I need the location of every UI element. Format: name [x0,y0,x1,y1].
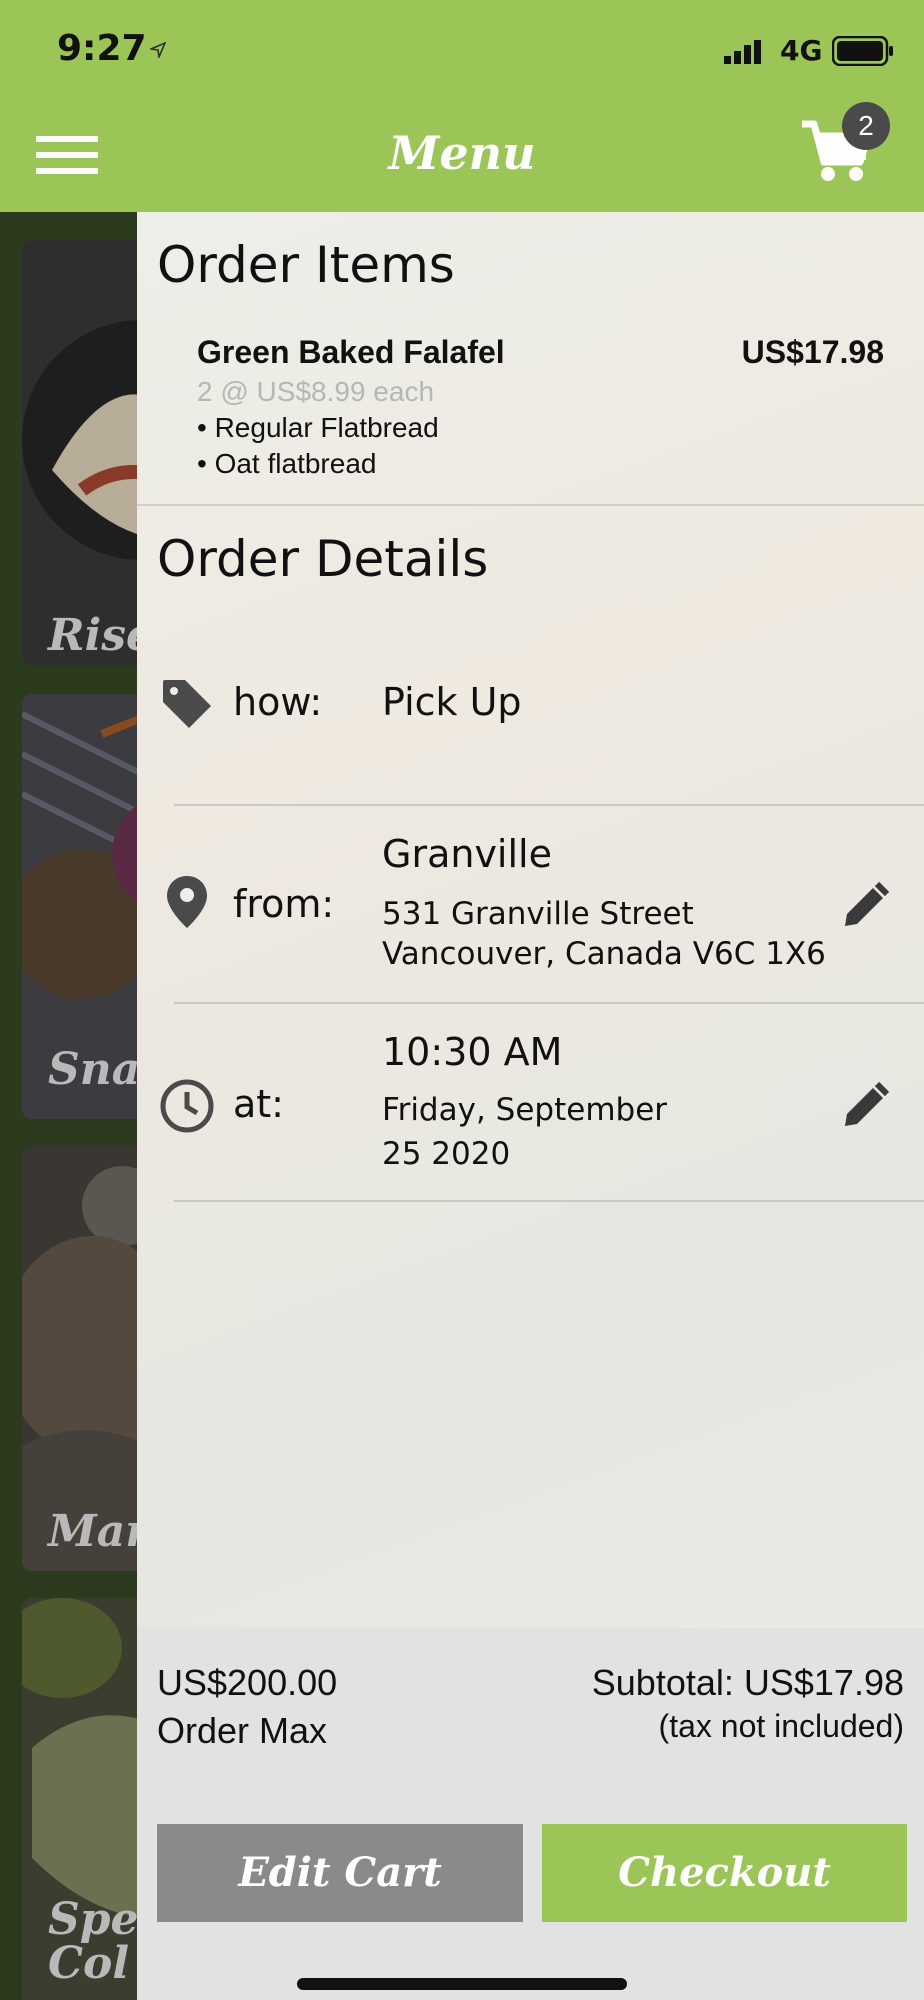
how-label: how: [233,680,323,724]
edit-time-icon[interactable] [839,1080,891,1132]
order-max-value: US$200.00 [157,1662,338,1703]
menu-card: Mar [22,1146,140,1571]
tag-icon [163,680,211,728]
signal-icon [724,40,761,64]
network-type: 4G [780,34,823,67]
item-option: • Oat flatbread [197,448,377,479]
store-name: Granville [382,832,552,876]
store-address-line2: Vancouver, Canada V6C 1X6 [382,936,826,972]
subtotal: Subtotal: US$17.98 [591,1662,904,1703]
battery-icon [832,36,893,66]
cart-drawer: Order Items Green Baked Falafel US$17.98… [137,212,924,2000]
food-image [22,240,140,665]
item-name: Green Baked Falafel [197,334,505,370]
order-items-heading: Order Items [157,236,455,294]
pickup-date-line2: 25 2020 [382,1136,511,1172]
divider [137,504,924,506]
menu-card-label: Rise [48,610,140,661]
menu-card-label: Mar [48,1506,140,1557]
divider [174,1002,924,1004]
menu-card-label: Sna [48,1044,140,1095]
menu-card: Spec Col [22,1598,140,2000]
location-pin-icon [167,876,207,928]
pickup-time: 10:30 AM [382,1030,563,1074]
item-quantity: 2 @ US$8.99 each [197,376,435,407]
menu-card: Rise [22,240,140,665]
order-details-heading: Order Details [157,530,489,588]
tax-note: (tax not included) [658,1708,904,1744]
edit-cart-button[interactable]: Edit Cart [157,1824,523,1922]
clock-icon [160,1079,214,1133]
edit-location-icon[interactable] [839,880,891,932]
location-arrow-icon [150,42,166,58]
home-indicator[interactable] [297,1978,627,1990]
cart-footer: US$200.00 Order Max Subtotal: US$17.98 (… [137,1628,924,2000]
top-bar: 9:27 4G Menu 2 [0,0,924,212]
cart-count-badge: 2 [842,102,890,150]
menu-card: Sna [22,694,140,1119]
status-time: 9:27 [57,28,147,69]
item-option: • Regular Flatbread [197,412,439,443]
item-price: US$17.98 [741,334,884,370]
from-label: from: [233,882,335,926]
how-value: Pick Up [382,680,522,724]
checkout-button[interactable]: Checkout [542,1824,907,1922]
at-label: at: [233,1082,284,1126]
page-title: Menu [388,126,536,180]
divider [174,804,924,806]
background-menu: Rise Sna Mar Spec Col [0,212,140,2000]
pickup-date-line1: Friday, September [382,1092,668,1128]
menu-card-label: Spec Col [48,1894,140,1989]
divider [174,1200,924,1202]
store-address-line1: 531 Granville Street [382,896,694,932]
order-max-label: Order Max [157,1710,328,1751]
